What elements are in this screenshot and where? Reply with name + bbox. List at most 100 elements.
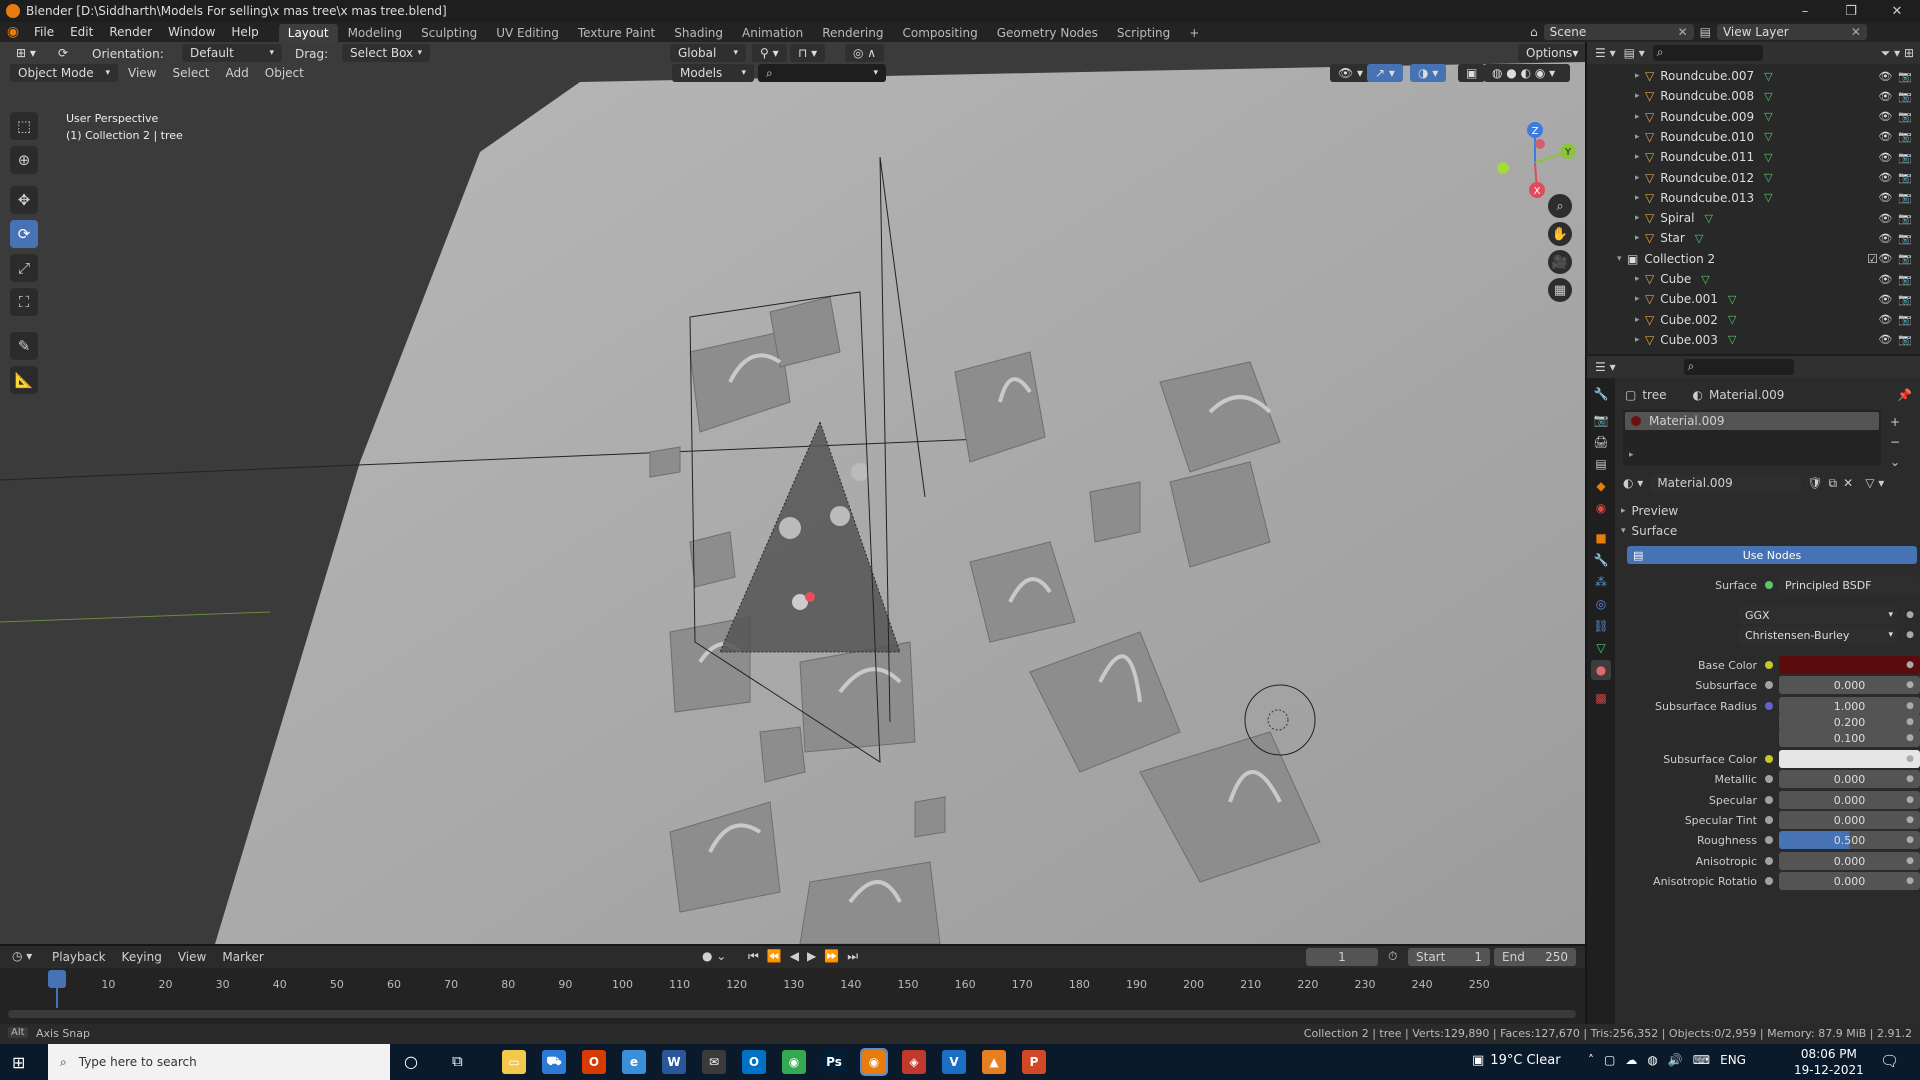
material-slot[interactable]: Material.009 — [1625, 412, 1879, 430]
outliner-item[interactable]: ▸ ▽ Star ▽ 👁📷 — [1587, 228, 1920, 248]
cursor-tool-icon[interactable]: ⊕ — [10, 146, 38, 174]
keyframe-dot-icon[interactable]: ● — [1906, 733, 1914, 743]
collapsed-icon[interactable]: ▸ — [1635, 213, 1645, 223]
close-icon[interactable]: ✕ — [1874, 4, 1920, 19]
volume-icon[interactable]: 🔊 — [1668, 1053, 1683, 1067]
tab-texture-paint[interactable]: Texture Paint — [569, 24, 664, 42]
visibility-toggles[interactable]: 👁📷 — [1878, 70, 1918, 83]
object-tab-icon[interactable]: ■ — [1591, 528, 1611, 548]
network-icon[interactable]: ◍ — [1647, 1053, 1657, 1067]
surface-panel-header[interactable]: ▾ Surface — [1615, 520, 1920, 542]
socket-icon[interactable] — [1765, 661, 1773, 669]
minimize-icon[interactable]: – — [1782, 4, 1828, 19]
keyframe-dot-icon[interactable]: ● — [1906, 815, 1914, 825]
socket-icon[interactable] — [1765, 702, 1773, 710]
tab-modeling[interactable]: Modeling — [339, 24, 412, 42]
taskbar-photoshop-icon[interactable]: Ps — [822, 1050, 846, 1074]
keyframe-dot-icon[interactable]: ● — [1906, 660, 1914, 670]
current-frame-field[interactable]: 1 — [1306, 948, 1378, 966]
visibility-toggles[interactable]: 👁📷 — [1878, 252, 1918, 265]
cortana-icon[interactable]: ○ — [404, 1052, 418, 1071]
shader-input-field[interactable]: 0.000 — [1779, 770, 1920, 788]
taskbar-chrome-icon[interactable]: ◉ — [782, 1050, 806, 1074]
shader-input-field[interactable]: 0.000 — [1779, 676, 1920, 694]
outliner-item[interactable]: ▸ ▽ Cube ▽ 👁📷 — [1587, 269, 1920, 289]
socket-icon[interactable] — [1765, 681, 1773, 689]
particles-tab-icon[interactable]: ⁂ — [1591, 572, 1611, 592]
filter-icon[interactable]: ⏷ ▾ ⊞ — [1881, 46, 1914, 61]
3d-viewport[interactable]: ⊞ ▾ ⟳ Orientation: Default ▾ Drag: Select… — [0, 42, 1585, 944]
menu-help[interactable]: Help — [223, 25, 266, 39]
menu-edit[interactable]: Edit — [62, 25, 101, 39]
windows-start-icon[interactable]: ⊞ — [12, 1053, 25, 1072]
measure-tool-icon[interactable]: 📐 — [10, 366, 38, 394]
editor-type-icon[interactable]: ☰ ▾ — [1595, 46, 1616, 60]
keyframe-dot-icon[interactable]: ● — [1906, 630, 1914, 640]
outliner-item[interactable]: ▸ ▽ Roundcube.010 ▽ 👁📷 — [1587, 127, 1920, 147]
outliner-item[interactable]: ▸ ▽ Cube.001 ▽ 👁📷 — [1587, 289, 1920, 309]
socket-icon[interactable] — [1765, 796, 1773, 804]
tab-sculpting[interactable]: Sculpting — [412, 24, 486, 42]
remove-slot-icon[interactable]: − — [1885, 432, 1905, 452]
taskbar-outlook-icon[interactable]: O — [742, 1050, 766, 1074]
shader-input-field[interactable]: 0.100 — [1779, 729, 1920, 747]
keyframe-dot-icon[interactable]: ● — [1906, 876, 1914, 886]
outliner-item[interactable]: ▸ ▽ Cube.003 ▽ 👁📷 — [1587, 330, 1920, 350]
collapsed-icon[interactable]: ▸ — [1635, 152, 1645, 162]
rotate-tool-icon[interactable]: ⟳ — [10, 220, 38, 248]
outliner-item[interactable]: ▸ ▽ Roundcube.007 ▽ 👁📷 — [1587, 66, 1920, 86]
annotate-tool-icon[interactable]: ✎ — [10, 332, 38, 360]
socket-icon[interactable] — [1765, 816, 1773, 824]
taskbar-edge-legacy-icon[interactable]: e — [622, 1050, 646, 1074]
outliner-item[interactable]: ▸ ▽ Roundcube.011 ▽ 👁📷 — [1587, 147, 1920, 167]
collapsed-icon[interactable]: ▸ — [1635, 71, 1645, 81]
expanded-icon[interactable]: ▾ — [1617, 254, 1627, 264]
viewport-menu-select[interactable]: Select — [172, 66, 209, 80]
socket-icon[interactable] — [1765, 775, 1773, 783]
language-indicator[interactable]: ENG — [1720, 1053, 1746, 1067]
view-layer-selector[interactable]: View Layer ✕ — [1716, 24, 1867, 40]
transform-tool-icon[interactable]: ⛶ — [10, 288, 38, 316]
shader-input-field[interactable]: 0.000 — [1779, 811, 1920, 829]
viewport-menu-object[interactable]: Object — [265, 66, 304, 80]
material-tab-icon[interactable]: ● — [1591, 660, 1611, 680]
visibility-toggles[interactable]: 👁📷 — [1878, 110, 1918, 123]
collapsed-icon[interactable]: ▸ — [1635, 91, 1645, 101]
visibility-toggles[interactable]: 👁📷 — [1878, 273, 1918, 286]
timeline-scrollbar[interactable] — [8, 1010, 1576, 1018]
tray-app-icon[interactable]: ▢ — [1604, 1053, 1615, 1067]
cloud-icon[interactable]: ☁ — [1625, 1053, 1637, 1067]
ortho-grid-icon[interactable]: ▦ — [1548, 278, 1572, 302]
pivot-point-icon[interactable]: ⚲ ▾ — [752, 44, 787, 62]
timeline-menu-playback[interactable]: Playback — [52, 950, 106, 964]
shading-mode-buttons[interactable]: ◍ ● ◐ ◉ ▾ — [1484, 64, 1570, 82]
mode-dropdown[interactable]: Object Mode ▾ — [10, 64, 118, 82]
collapsed-icon[interactable]: ▸ — [1635, 335, 1645, 345]
collapsed-icon[interactable]: ▸ — [1635, 233, 1645, 243]
physics-tab-icon[interactable]: ◎ — [1591, 594, 1611, 614]
collapsed-icon[interactable]: ▸ — [1635, 315, 1645, 325]
viewport-menu-view[interactable]: View — [128, 66, 156, 80]
tab-[interactable]: + — [1180, 24, 1208, 42]
outliner-item[interactable]: ▸ ▽ Spiral ▽ 👁📷 — [1587, 208, 1920, 228]
collapsed-icon[interactable]: ▸ — [1635, 173, 1645, 183]
display-mode-icon[interactable]: ▤ ▾ — [1624, 46, 1645, 60]
world-tab-icon[interactable]: ◉ — [1591, 498, 1611, 518]
jump-key-back-icon[interactable]: ⏪ — [767, 949, 782, 964]
camera-view-icon[interactable]: 🎥 — [1548, 250, 1572, 274]
playhead[interactable] — [48, 970, 66, 988]
keyframe-dot-icon[interactable]: ● — [1906, 795, 1914, 805]
close-icon[interactable]: ✕ — [1851, 25, 1861, 39]
select-box-tool-icon[interactable]: ⬚ — [10, 112, 38, 140]
link-mode-icon[interactable]: ▽ ▾ — [1865, 476, 1884, 490]
fake-user-icon[interactable]: 🛡 — [1807, 476, 1822, 490]
menu-file[interactable]: File — [26, 25, 62, 39]
preview-panel-header[interactable]: ▸ Preview — [1615, 500, 1920, 522]
slot-specials-icon[interactable]: ⌄ — [1885, 452, 1905, 472]
transform-pivot-icon[interactable]: ⟳ — [50, 44, 76, 62]
editor-type-icon[interactable]: ☰ ▾ — [1595, 360, 1616, 374]
close-icon[interactable]: ✕ — [1678, 25, 1688, 39]
move-tool-icon[interactable]: ✥ — [10, 186, 38, 214]
keyframe-dot-icon[interactable]: ● — [1906, 610, 1914, 620]
weather-widget[interactable]: ▣ 19°C Clear — [1472, 1053, 1561, 1068]
